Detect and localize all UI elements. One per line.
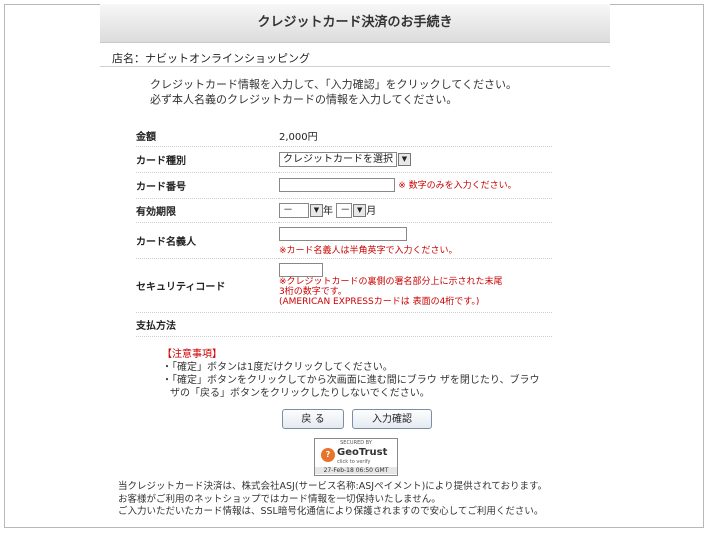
- divider: [100, 66, 610, 67]
- geotrust-seal[interactable]: SECURED BY ? GeoTrust click to verify 27…: [314, 438, 398, 476]
- card-number-label: カード番号: [136, 172, 279, 199]
- intro-line-2: 必ず本人名義のクレジットカードの情報を入力してください。: [150, 93, 458, 106]
- card-type-cell: クレジットカードを選択 ▼: [279, 146, 552, 173]
- cvc-note: ※クレジットカードの裏側の署名部分上に示された末尾 3桁の数字です。 (AMER…: [279, 277, 552, 307]
- notes: 【注意事項】 ・「確定」ボタンは1度だけクリックしてください。 ・「確定」ボタン…: [162, 348, 539, 400]
- notes-item-3: ザの「戻る」ボタンをクリックしたりしないでください。: [170, 388, 430, 399]
- footer-line-2: お客様がご利用のネットショップではカード情報を一切保持いたしません。: [118, 493, 441, 505]
- expiry-month-select[interactable]: －: [336, 203, 353, 219]
- cvc-input[interactable]: [279, 263, 323, 277]
- shop-name: 店名：ナビットオンラインショッピング: [112, 52, 310, 65]
- chevron-down-icon[interactable]: ▼: [353, 204, 367, 218]
- cvc-label: セキュリティコード: [136, 258, 279, 313]
- row-card-type: カード種別 クレジットカードを選択 ▼: [136, 146, 552, 173]
- seal-brand: GeoTrust: [337, 447, 388, 458]
- card-number-note: ※ 数字のみを入力ください。: [398, 181, 517, 191]
- amount-label: 金額: [136, 126, 279, 147]
- holder-cell: ※カード名義人は半角英字で入力ください。: [279, 222, 552, 259]
- expiry-month-suffix: 月: [366, 205, 377, 217]
- card-type-label: カード種別: [136, 146, 279, 173]
- seal-click-verify: click to verify: [337, 459, 371, 465]
- notes-title: 【注意事項】: [162, 349, 222, 360]
- seal-date: 27-Feb-18 06:50 GMT: [315, 467, 397, 474]
- row-cvc: セキュリティコード ※クレジットカードの裏側の署名部分上に示された末尾 3桁の数…: [136, 258, 552, 313]
- expiry-label: 有効期限: [136, 198, 279, 223]
- notes-item-1: ・「確定」ボタンは1度だけクリックしてください。: [162, 362, 393, 373]
- seal-secured-by: SECURED BY: [340, 440, 372, 446]
- row-holder: カード名義人 ※カード名義人は半角英字で入力ください。: [136, 222, 552, 259]
- cvc-cell: ※クレジットカードの裏側の署名部分上に示された末尾 3桁の数字です。 (AMER…: [279, 258, 552, 313]
- cvc-note-1: ※クレジットカードの裏側の署名部分上に示された末尾: [279, 277, 503, 287]
- payment-method-label: 支払方法: [136, 312, 279, 337]
- intro-line-1: クレジットカード情報を入力して、「入力確認」をクリックしてください。: [150, 78, 517, 91]
- cvc-note-3: (AMERICAN EXPRESSカードは 表面の4桁です。): [279, 297, 480, 307]
- back-button[interactable]: 戻 る: [282, 409, 344, 429]
- card-number-cell: ※ 数字のみを入力ください。: [279, 172, 552, 199]
- footer-text: 当クレジットカード決済は、株式会社ASJ(サービス名称:ASJペイメント)により…: [118, 481, 547, 519]
- holder-note: ※カード名義人は半角英字で入力ください。: [279, 246, 458, 256]
- intro-text: クレジットカード情報を入力して、「入力確認」をクリックしてください。 必ず本人名…: [150, 77, 517, 107]
- footer-line-3: ご入力いただいたカード情報は、SSL暗号化通信により保護されますので安心してご利…: [118, 506, 544, 517]
- payment-method-cell: [279, 312, 552, 337]
- footer-line-1: 当クレジットカード決済は、株式会社ASJ(サービス名称:ASJペイメント)により…: [118, 481, 548, 492]
- holder-label: カード名義人: [136, 222, 279, 259]
- chevron-down-icon[interactable]: ▼: [310, 204, 323, 218]
- chevron-down-icon[interactable]: ▼: [398, 152, 411, 166]
- payment-form: 金額 2,000円 カード種別 クレジットカードを選択 ▼ カード番号 ※ 数字の…: [136, 126, 552, 337]
- row-card-number: カード番号 ※ 数字のみを入力ください。: [136, 172, 552, 199]
- row-expiry: 有効期限 － ▼ 年 － ▼ 月: [136, 198, 552, 223]
- holder-input[interactable]: [279, 227, 407, 241]
- notes-item-2: ・「確定」ボタンをクリックしてから次画面に進む間にブラウ ザを閉じたり、ブラウ: [162, 375, 540, 386]
- row-payment-method: 支払方法: [136, 312, 552, 337]
- row-amount: 金額 2,000円: [136, 126, 552, 147]
- card-type-select[interactable]: クレジットカードを選択: [279, 151, 397, 167]
- page-title: クレジットカード決済のお手続き: [100, 4, 610, 43]
- expiry-year-suffix: 年: [323, 205, 333, 217]
- cvc-note-2: 3桁の数字です。: [279, 287, 347, 297]
- card-number-input[interactable]: [279, 178, 395, 192]
- expiry-cell: － ▼ 年 － ▼ 月: [279, 198, 552, 223]
- confirm-button[interactable]: 入力確認: [352, 409, 432, 429]
- geotrust-logo-icon: ?: [321, 448, 335, 462]
- expiry-year-select[interactable]: －: [279, 203, 309, 219]
- amount-value: 2,000円: [279, 126, 552, 147]
